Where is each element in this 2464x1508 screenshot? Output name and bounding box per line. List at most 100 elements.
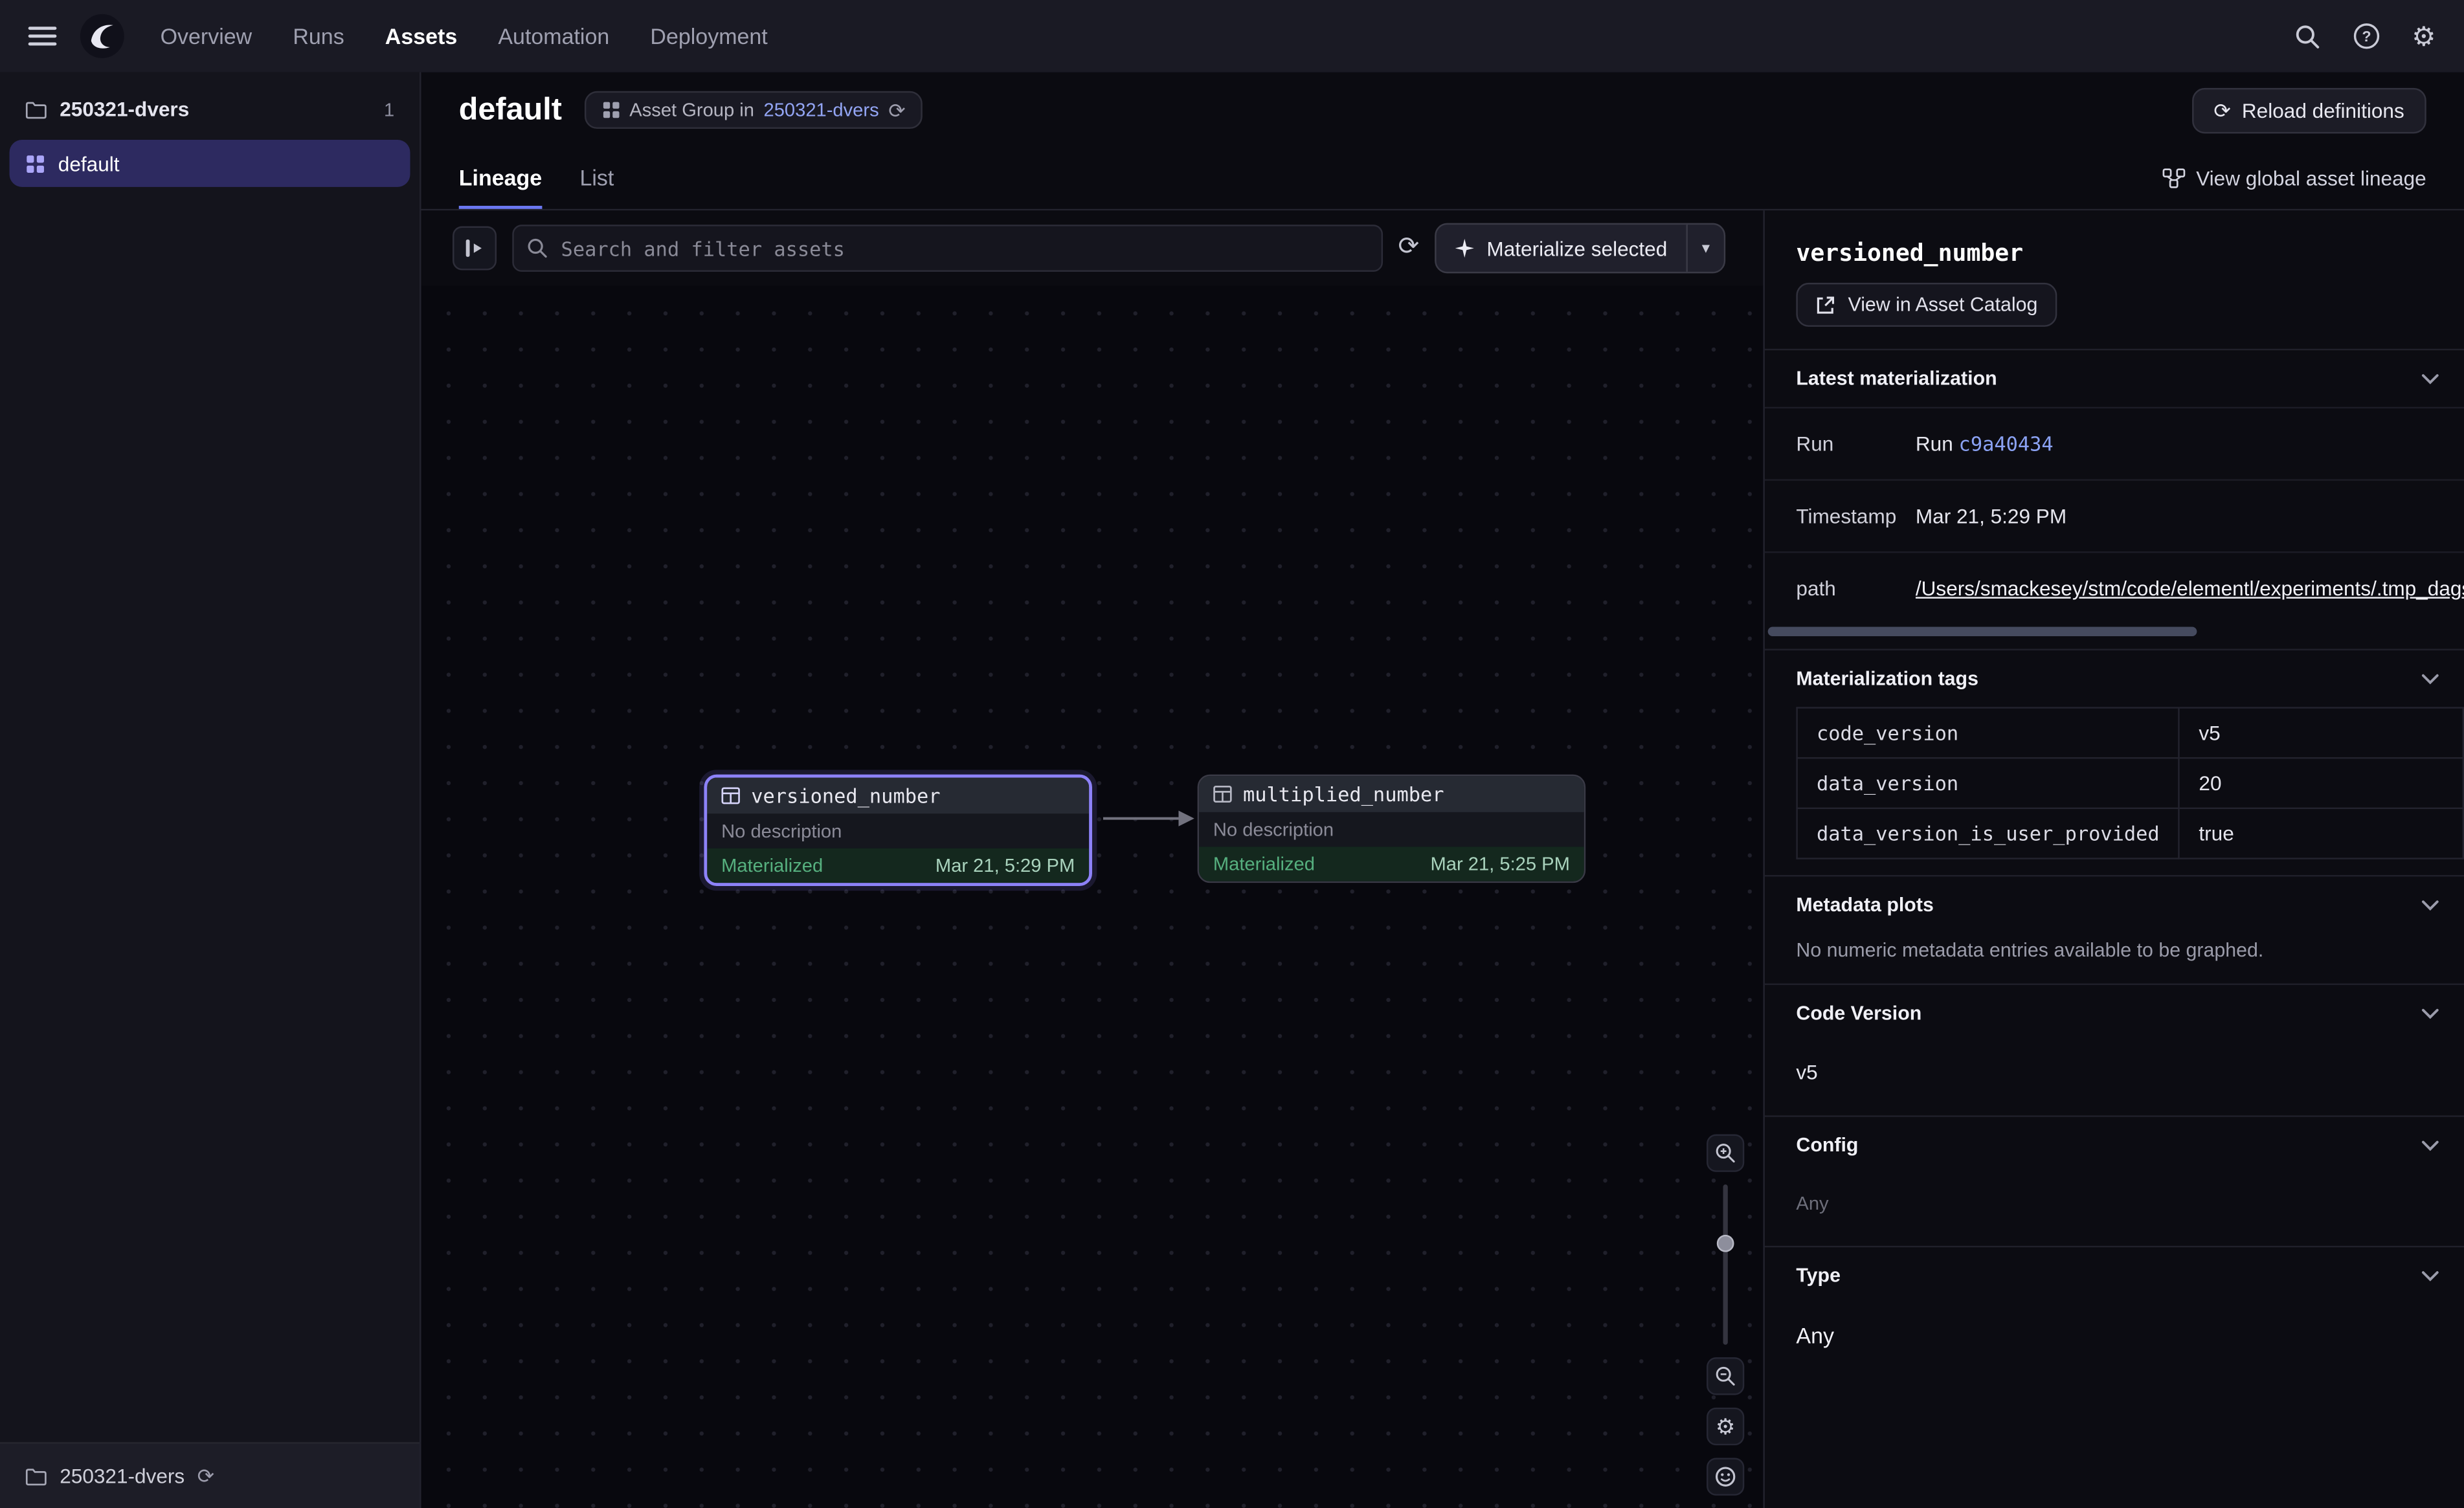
tab-list[interactable]: List [579,148,614,209]
path-link[interactable]: /Users/smackesey/stm/code/elementl/exper… [1916,577,2464,600]
config-value: Any [1765,1173,2464,1246]
asset-search-input[interactable] [512,225,1382,272]
section-heading: Code Version [1796,1003,1921,1025]
view-global-lineage-link[interactable]: View global asset lineage [2162,148,2426,209]
materialize-dropdown-caret[interactable]: ▾ [1686,225,1723,272]
section-heading: Latest materialization [1796,368,1997,390]
sync-icon[interactable]: ⟳ [197,1466,214,1487]
asset-group-icon [25,153,46,174]
asset-group-badge[interactable]: Asset Group in 250321-dvers ⟳ [584,91,923,129]
badge-group-link[interactable]: 250321-dvers [764,99,879,121]
section-heading: Config [1796,1135,1858,1157]
scrollbar-thumb[interactable] [1768,626,2198,636]
zoom-slider[interactable] [1714,1184,1736,1345]
page-title: default [459,92,562,128]
dagster-logo-icon[interactable] [78,12,126,60]
materialize-main[interactable]: Materialize selected [1437,225,1686,272]
primary-nav: Overview Runs Assets Automation Deployme… [161,23,768,49]
code-version-value: v5 [1765,1041,2464,1115]
chevron-down-icon[interactable] [2421,1270,2439,1281]
materialization-tags-table: code_version v5 data_version 20 data_ver… [1796,707,2464,859]
chevron-down-icon[interactable] [2421,373,2439,384]
main-content: default Asset Group in 250321-dvers ⟳ ⟳ … [421,72,2464,1508]
section-config[interactable]: Config [1765,1115,2464,1173]
view-in-asset-catalog-button[interactable]: View in Asset Catalog [1796,283,2056,327]
search-icon [526,238,548,260]
folder-icon [25,1467,47,1485]
lineage-canvas-column: ⟳ Materialize selected ▾ [421,210,1764,1508]
section-code-version[interactable]: Code Version [1765,983,2464,1041]
materialize-selected-button[interactable]: Materialize selected ▾ [1435,223,1725,274]
nav-automation[interactable]: Automation [498,23,609,49]
sidebar-footer[interactable]: 250321-dvers ⟳ [0,1442,420,1508]
asset-status-row: Materialized Mar 21, 5:25 PM [1199,847,1584,881]
lineage-graph-canvas[interactable]: versioned_number No description Material… [421,286,1764,1508]
reload-label: Reload definitions [2242,98,2404,122]
tag-key: data_version [1797,758,2179,808]
asset-description: No description [707,814,1089,848]
chevron-down-icon[interactable] [2421,673,2439,684]
tag-row: data_version_is_user_provided true [1797,808,2463,859]
section-latest-materialization[interactable]: Latest materialization [1765,349,2464,407]
materialized-status: Materialized [721,854,823,876]
section-metadata-plots[interactable]: Metadata plots [1765,875,2464,933]
toggle-panel-button[interactable] [453,227,497,271]
page-header: default Asset Group in 250321-dvers ⟳ ⟳ … [421,72,2464,148]
reload-icon: ⟳ [2213,100,2230,120]
type-value: Any [1765,1304,2464,1380]
section-heading: Type [1796,1265,1841,1287]
topbar-actions: ? ⚙ [2294,22,2436,50]
feedback-button[interactable] [1707,1458,1744,1496]
gear-icon[interactable]: ⚙ [2412,23,2436,49]
asset-details-title: versioned_number [1765,227,2464,274]
chevron-down-icon[interactable] [2421,1140,2439,1151]
materialize-label: Materialize selected [1486,236,1667,260]
section-type[interactable]: Type [1765,1246,2464,1304]
chevron-down-icon[interactable] [2421,900,2439,911]
run-id-link[interactable]: c9a40434 [1959,432,2054,456]
chevron-down-icon[interactable] [2421,1008,2439,1019]
nav-assets[interactable]: Assets [385,23,457,49]
tab-lineage[interactable]: Lineage [459,148,542,209]
timestamp-row: Timestamp Mar 21, 5:29 PM [1765,479,2464,551]
external-link-icon [1815,294,1836,315]
tag-row: data_version 20 [1797,758,2463,808]
sidebar-group-row[interactable]: 250321-dvers 1 [0,72,420,140]
nav-overview[interactable]: Overview [161,23,252,49]
sidebar-item-default[interactable]: default [10,140,410,187]
tag-key: code_version [1797,707,2179,758]
refresh-graph-button[interactable]: ⟳ [1398,236,1420,261]
section-heading: Materialization tags [1796,668,1978,690]
zoom-slider-knob[interactable] [1717,1235,1734,1252]
tag-value: true [2179,808,2463,859]
sidebar-group-count: 1 [384,98,394,120]
search-icon[interactable] [2294,23,2320,49]
asset-description: No description [1199,812,1584,847]
zoom-out-button[interactable] [1707,1357,1744,1395]
view-tabs: Lineage List View global asset lineage [421,148,2464,210]
nav-deployment[interactable]: Deployment [650,23,767,49]
run-row: Run Run c9a40434 [1765,407,2464,480]
tag-value: 20 [2179,758,2463,808]
sidebar-item-label: default [58,151,120,175]
badge-prefix: Asset Group in [629,99,754,121]
help-icon[interactable]: ? [2352,22,2380,50]
asset-node-versioned-number[interactable]: versioned_number No description Material… [704,775,1092,886]
asset-groups-sidebar: 250321-dvers 1 default 250321-dvers ⟳ [0,72,421,1508]
materialized-status: Materialized [1213,853,1315,875]
section-heading: Metadata plots [1796,894,1933,916]
graph-settings-button[interactable]: ⚙ [1707,1408,1744,1445]
section-materialization-tags[interactable]: Materialization tags [1765,649,2464,707]
catalog-button-label: View in Asset Catalog [1848,294,2038,316]
zoom-in-button[interactable] [1707,1135,1744,1172]
sync-icon[interactable]: ⟳ [888,100,905,120]
nav-runs[interactable]: Runs [293,23,344,49]
menu-icon[interactable] [28,27,57,45]
panel-expand-icon [464,238,486,260]
tag-value: v5 [2179,707,2463,758]
asset-details-panel: versioned_number View in Asset Catalog L… [1763,210,2464,1508]
horizontal-scrollbar[interactable] [1768,626,2461,636]
reload-definitions-button[interactable]: ⟳ Reload definitions [2191,87,2426,133]
asset-node-multiplied-number[interactable]: multiplied_number No description Materia… [1198,775,1586,883]
lineage-toolbar: ⟳ Materialize selected ▾ [421,210,1764,286]
